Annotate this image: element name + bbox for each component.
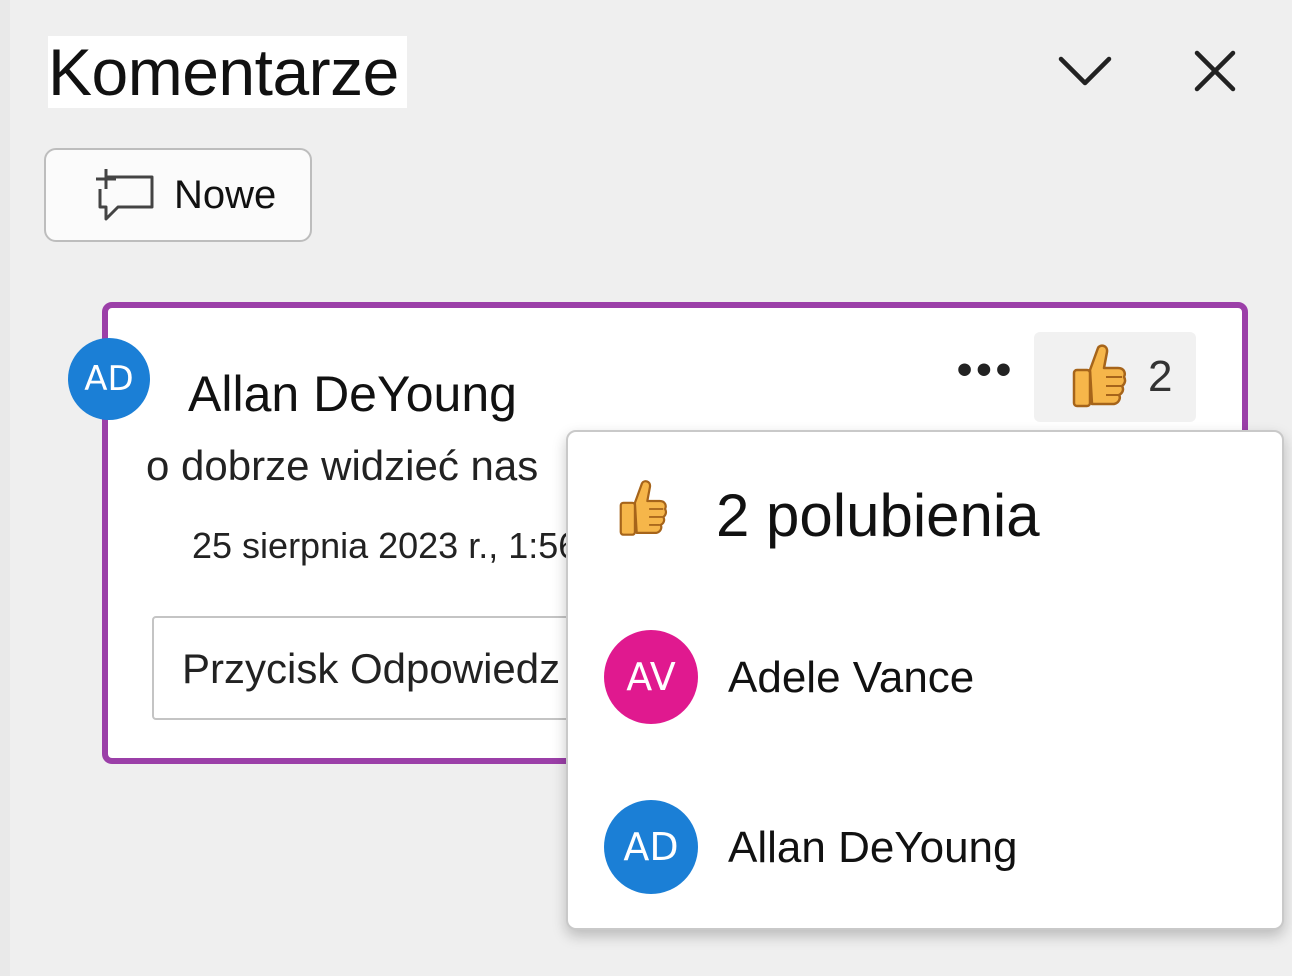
more-icon: ••• xyxy=(956,345,1016,394)
avatar: AD xyxy=(68,338,150,420)
pane-title: Komentarze xyxy=(48,36,407,108)
more-options-button[interactable]: ••• xyxy=(946,345,1026,406)
new-comment-button[interactable]: Nowe xyxy=(44,148,312,242)
comments-pane: Komentarze Nowe AD Allan DeYoung ••• 2 o… xyxy=(0,0,1292,976)
close-button[interactable] xyxy=(1180,36,1250,106)
collapse-button[interactable] xyxy=(1050,36,1120,106)
comment-timestamp: 25 sierpnia 2023 r., 1:56 xyxy=(192,525,566,566)
liker-name: Adele Vance xyxy=(728,653,975,702)
comment-author: Allan DeYoung xyxy=(188,366,517,422)
reply-placeholder: Przycisk Odpowiedz xyxy=(182,645,561,692)
new-comment-icon xyxy=(90,165,160,225)
likes-popup-title: 2 polubienia xyxy=(716,482,1040,549)
comment-text: o dobrze widzieć nas xyxy=(146,442,539,489)
reply-input[interactable]: Przycisk Odpowiedz xyxy=(152,616,592,720)
new-comment-label: Nowe xyxy=(174,172,277,217)
close-icon xyxy=(1194,50,1236,92)
thumbs-up-icon xyxy=(1072,344,1127,408)
avatar: AD xyxy=(604,800,698,894)
avatar: AV xyxy=(604,630,698,724)
like-count: 2 xyxy=(1148,352,1173,401)
pane-edge xyxy=(0,0,10,976)
liker-name: Allan DeYoung xyxy=(728,823,1018,872)
thumbs-up-icon xyxy=(619,480,668,536)
like-button[interactable]: 2 xyxy=(1034,332,1196,422)
chevron-down-icon xyxy=(1058,56,1112,86)
